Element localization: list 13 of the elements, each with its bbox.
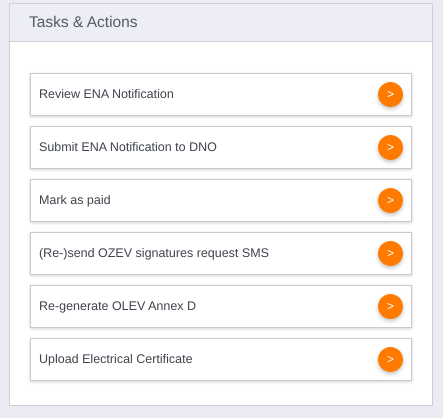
task-label: Review ENA Notification <box>39 86 174 104</box>
task-row[interactable]: Mark as paid > <box>30 179 412 222</box>
task-label: Submit ENA Notification to DNO <box>39 139 217 156</box>
task-row[interactable]: Submit ENA Notification to DNO > <box>30 126 412 169</box>
panel-title: Tasks & Actions <box>29 12 138 33</box>
task-row[interactable]: Review ENA Notification > <box>30 73 412 116</box>
task-row[interactable]: Re-generate OLEV Annex D > <box>30 285 412 328</box>
task-label: Upload Electrical Certificate <box>39 351 193 368</box>
task-row[interactable]: (Re-)send OZEV signatures request SMS > <box>30 232 412 275</box>
task-row[interactable]: Upload Electrical Certificate > <box>30 338 412 381</box>
task-label: Mark as paid <box>39 192 111 210</box>
task-label: Re-generate OLEV Annex D <box>39 298 196 316</box>
task-label: (Re-)send OZEV signatures request SMS <box>39 245 269 262</box>
